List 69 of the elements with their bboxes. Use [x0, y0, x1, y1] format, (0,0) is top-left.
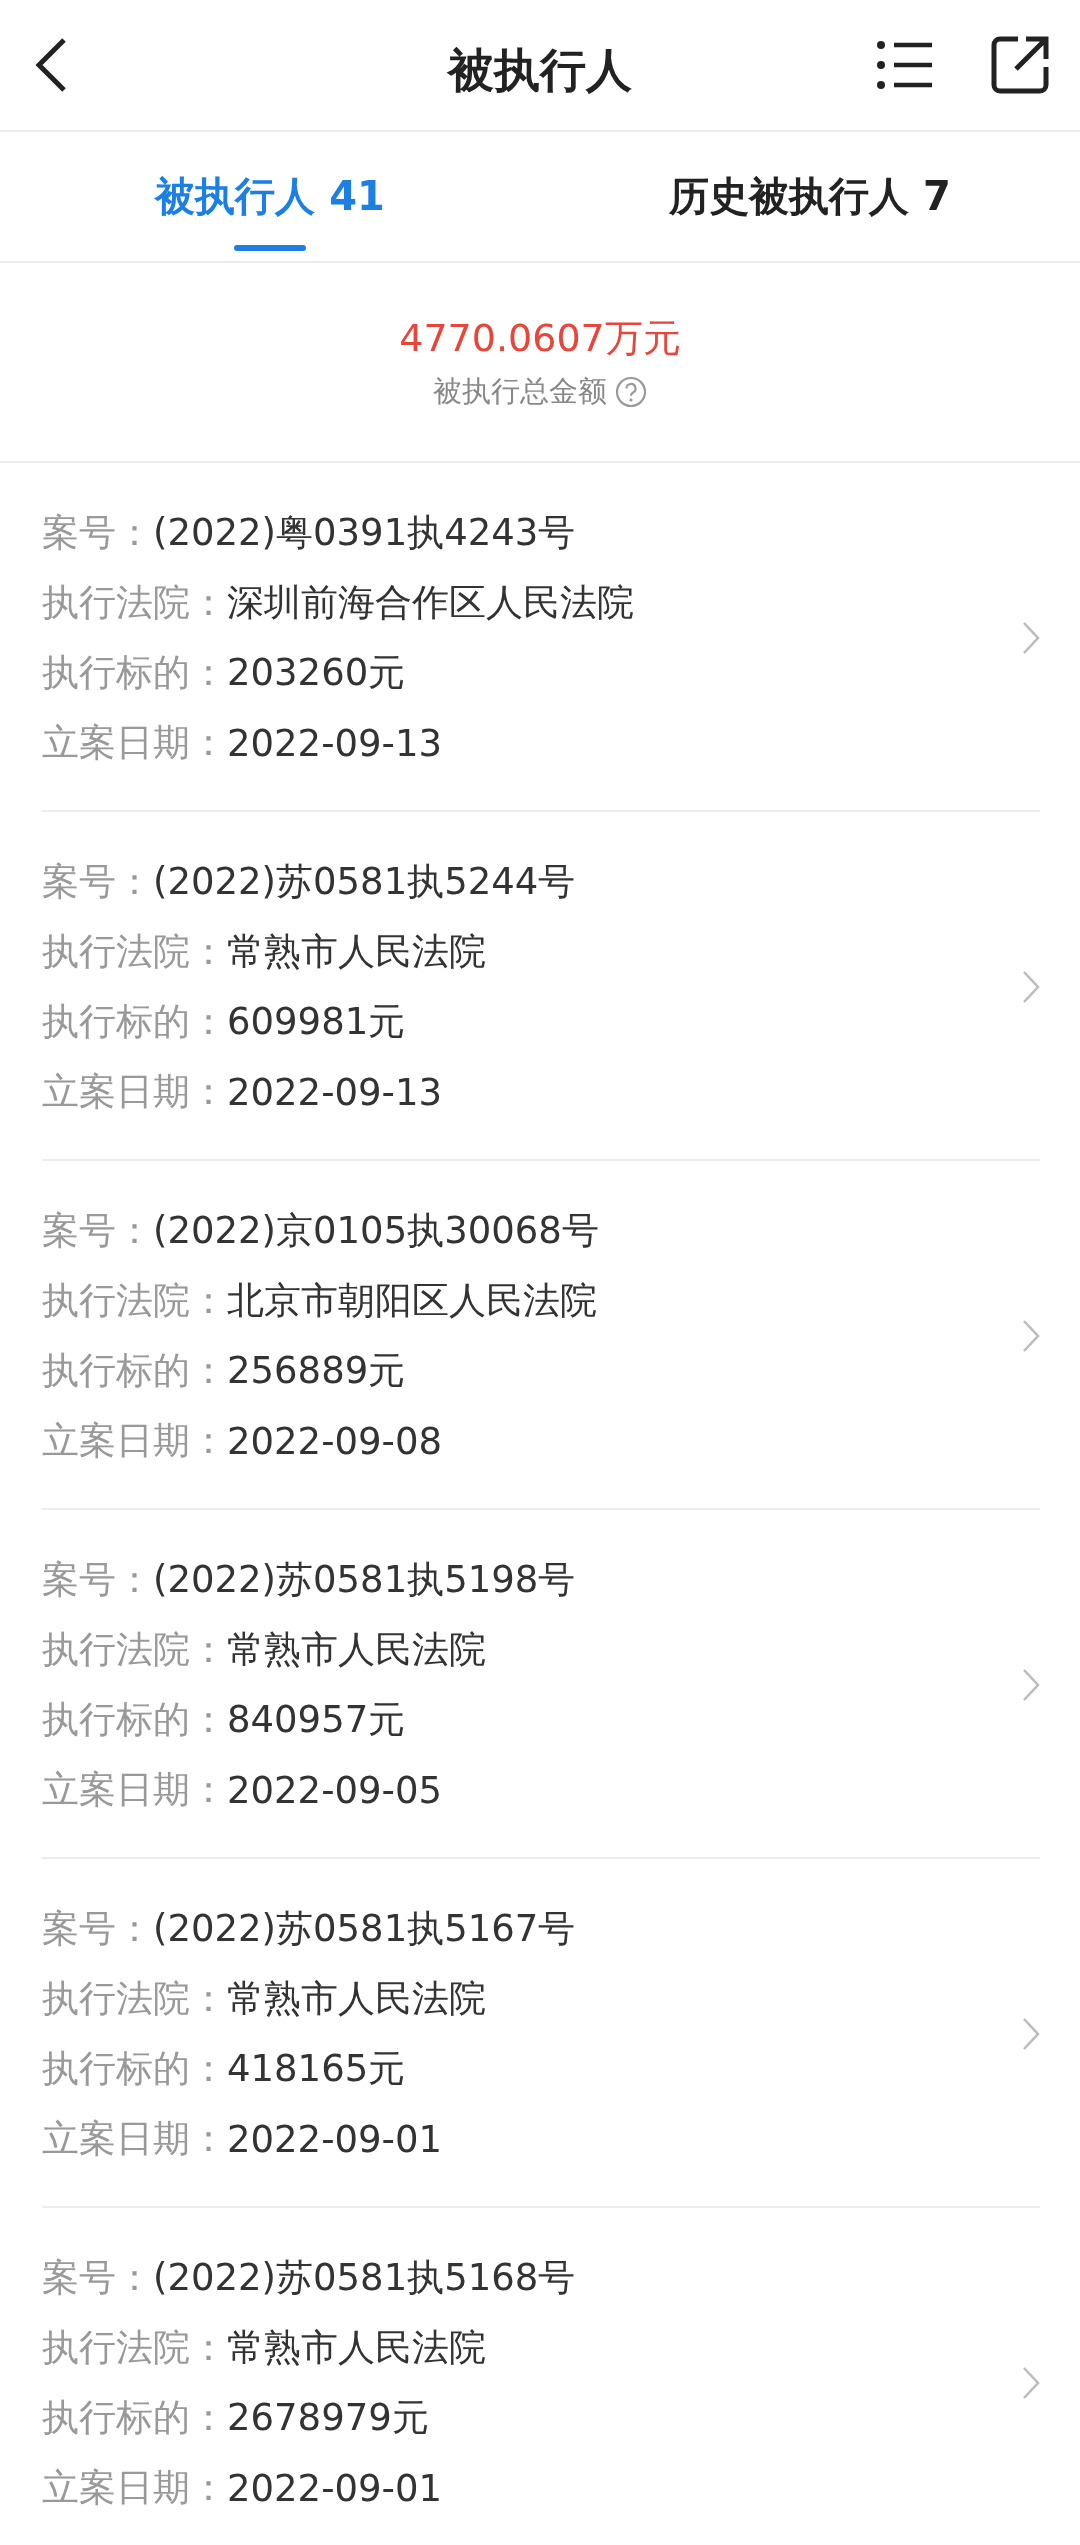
field-value: 2022-09-01 — [227, 2466, 443, 2510]
back-icon[interactable] — [34, 36, 68, 94]
field-value: (2022)京0105执30068号 — [153, 1208, 599, 1254]
field-label: 案号： — [42, 859, 153, 905]
chevron-right-icon — [1022, 1319, 1040, 1353]
field-value: 2678979元 — [227, 2395, 429, 2441]
field-value: 2022-09-05 — [227, 1768, 443, 1812]
case-card[interactable]: 案号：(2022)苏0581执5198号 执行法院：常熟市人民法院 执行标的：840957元 立案日期：2022-09-05 — [42, 1510, 1040, 1859]
field-label: 执行标的： — [42, 2395, 227, 2441]
field-value: (2022)苏0581执5168号 — [153, 2255, 576, 2301]
field-value: 2022-09-01 — [227, 2117, 443, 2161]
field-label: 执行标的： — [42, 650, 227, 696]
field-label: 立案日期： — [42, 1418, 227, 1464]
field-label: 执行法院： — [42, 1976, 227, 2022]
chevron-right-icon — [1022, 970, 1040, 1004]
total-amount: 4770.0607万元 — [399, 314, 681, 362]
field-value: (2022)苏0581执5244号 — [153, 859, 576, 905]
field-label: 立案日期： — [42, 1767, 227, 1813]
field-value: 418165元 — [227, 2046, 406, 2092]
field-label: 案号： — [42, 510, 153, 556]
field-label: 执行标的： — [42, 1348, 227, 1394]
field-label: 立案日期： — [42, 2116, 227, 2162]
case-card[interactable]: 案号：(2022)苏0581执5167号 执行法院：常熟市人民法院 执行标的：418165元 立案日期：2022-09-01 — [42, 1859, 1040, 2208]
field-value: (2022)苏0581执5167号 — [153, 1906, 576, 1952]
field-label: 案号： — [42, 1208, 153, 1254]
field-label: 执行标的： — [42, 2046, 227, 2092]
field-label: 立案日期： — [42, 1069, 227, 1115]
field-value: 203260元 — [227, 650, 406, 696]
total-amount-label: 被执行总金额 — [433, 372, 607, 410]
tab[interactable]: 被执行人 41 — [0, 132, 540, 261]
field-value: 2022-09-08 — [227, 1419, 443, 1463]
field-label: 执行标的： — [42, 999, 227, 1045]
field-label: 立案日期： — [42, 720, 227, 766]
field-label: 立案日期： — [42, 2465, 227, 2511]
field-value: 2022-09-13 — [227, 721, 443, 765]
case-card[interactable]: 案号：(2022)苏0581执5168号 执行法院：常熟市人民法院 执行标的：2678979元 立案日期：2022-09-01 — [42, 2208, 1040, 2545]
page-title: 被执行人 — [448, 42, 632, 99]
field-label: 案号： — [42, 2255, 153, 2301]
field-value: 840957元 — [227, 1697, 406, 1743]
field-value: 深圳前海合作区人民法院 — [227, 580, 634, 626]
case-card[interactable]: 案号：(2022)京0105执30068号 执行法院：北京市朝阳区人民法院 执行标的：256889元 立案日期：2022-09-08 — [42, 1161, 1040, 1510]
field-value: 609981元 — [227, 999, 406, 1045]
field-label: 执行法院： — [42, 580, 227, 626]
field-value: 2022-09-13 — [227, 1070, 443, 1114]
field-label: 执行法院： — [42, 1278, 227, 1324]
field-value: (2022)粤0391执4243号 — [153, 510, 576, 556]
field-label: 执行法院： — [42, 929, 227, 975]
field-value: 常熟市人民法院 — [227, 929, 486, 975]
case-card[interactable]: 案号：(2022)苏0581执5244号 执行法院：常熟市人民法院 执行标的：609981元 立案日期：2022-09-13 — [42, 812, 1040, 1161]
field-label: 执行标的： — [42, 1697, 227, 1743]
field-value: 常熟市人民法院 — [227, 1627, 486, 1673]
field-value: 常熟市人民法院 — [227, 1976, 486, 2022]
field-value: 常熟市人民法院 — [227, 2325, 486, 2371]
tab[interactable]: 历史被执行人 7 — [540, 132, 1080, 261]
chevron-right-icon — [1022, 2366, 1040, 2400]
help-icon[interactable] — [615, 375, 647, 408]
chevron-right-icon — [1022, 621, 1040, 655]
field-label: 案号： — [42, 1557, 153, 1603]
field-label: 执行法院： — [42, 1627, 227, 1673]
share-icon[interactable] — [990, 35, 1050, 95]
field-value: 北京市朝阳区人民法院 — [227, 1278, 597, 1324]
field-label: 执行法院： — [42, 2325, 227, 2371]
list-icon[interactable] — [876, 40, 932, 90]
case-card[interactable]: 案号：(2022)粤0391执4243号 执行法院：深圳前海合作区人民法院 执行标的：203260元 立案日期：2022-09-13 — [42, 463, 1040, 812]
field-value: (2022)苏0581执5198号 — [153, 1557, 576, 1603]
chevron-right-icon — [1022, 2017, 1040, 2051]
field-label: 案号： — [42, 1906, 153, 1952]
chevron-right-icon — [1022, 1668, 1040, 1702]
field-value: 256889元 — [227, 1348, 406, 1394]
